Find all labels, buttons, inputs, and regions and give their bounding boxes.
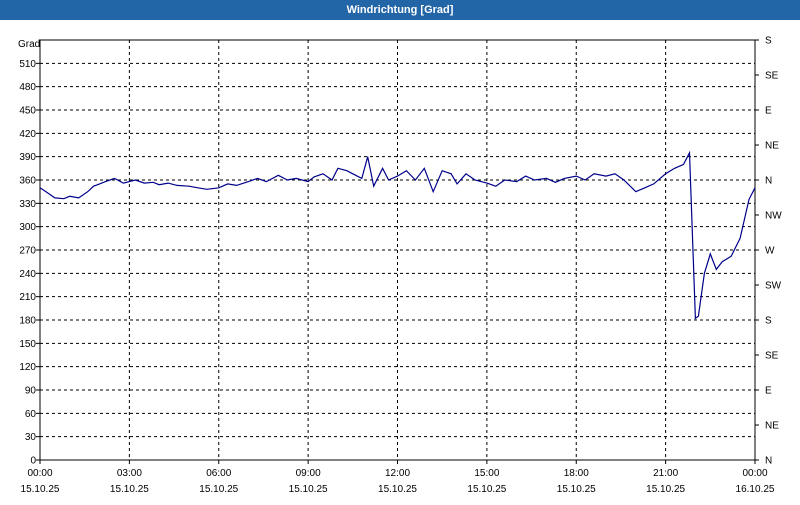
y-tick-label: 240 [19,269,36,280]
x-tick-date-label: 15.10.25 [110,484,149,495]
compass-label: N [765,176,772,187]
x-tick-date-label: 15.10.25 [289,484,328,495]
y-tick-label: 90 [25,386,37,397]
x-tick-time-label: 00:00 [742,468,767,479]
x-tick-date-label: 16.10.25 [736,484,775,495]
x-tick-time-label: 00:00 [27,468,52,479]
x-tick-date-label: 15.10.25 [21,484,60,495]
y-tick-label: 420 [19,129,36,140]
compass-label: N [765,456,772,467]
x-tick-date-label: 15.10.25 [467,484,506,495]
line-chart: 0 30 60 90 120 150 180 210 240 270 300 330 360 390 420… [18,36,782,496]
x-tick-time-label: 15:00 [474,468,499,479]
compass-label: S [765,316,772,327]
y-tick-label: 60 [25,409,37,420]
y-tick-label: 30 [25,432,37,443]
y-tick-label: 150 [19,339,36,350]
y-tick-label: 300 [19,222,36,233]
compass-label: S [765,36,772,47]
x-tick-date-label: 15.10.25 [646,484,685,495]
x-tick-time-label: 21:00 [653,468,678,479]
chart-title: Windrichtung [Grad] [0,0,800,20]
y-tick-label: 180 [19,316,36,327]
y-tick-label: 0 [30,456,36,467]
x-tick-date-label: 15.10.25 [199,484,238,495]
x-tick-time-label: 18:00 [564,468,589,479]
compass-label: NE [765,421,779,432]
y-tick-label: 510 [19,59,36,70]
x-tick-date-label: 15.10.25 [557,484,596,495]
compass-label: SE [765,351,779,362]
y-tick-label: 360 [19,176,36,187]
compass-label: SW [765,281,782,292]
compass-label: W [765,246,775,257]
compass-label: NW [765,211,782,222]
y-tick-label: 390 [19,152,36,163]
x-tick-time-label: 09:00 [296,468,321,479]
compass-label: E [765,386,772,397]
x-tick-time-label: 12:00 [385,468,410,479]
compass-label: SE [765,71,779,82]
y-tick-label: 480 [19,82,36,93]
x-tick-date-label: 15.10.25 [378,484,417,495]
x-tick-time-label: 06:00 [206,468,231,479]
compass-label: E [765,106,772,117]
compass-label: NE [765,141,779,152]
y-tick-label: 450 [19,106,36,117]
chart-area: 0 30 60 90 120 150 180 210 240 270 300 330 360 390 420… [0,20,800,500]
y-tick-label: 330 [19,199,36,210]
y-tick-label: 120 [19,362,36,373]
y-tick-label: 210 [19,292,36,303]
y-tick-label: 270 [19,246,36,257]
y-axis-label: Grad [18,39,40,50]
x-tick-time-label: 03:00 [117,468,142,479]
